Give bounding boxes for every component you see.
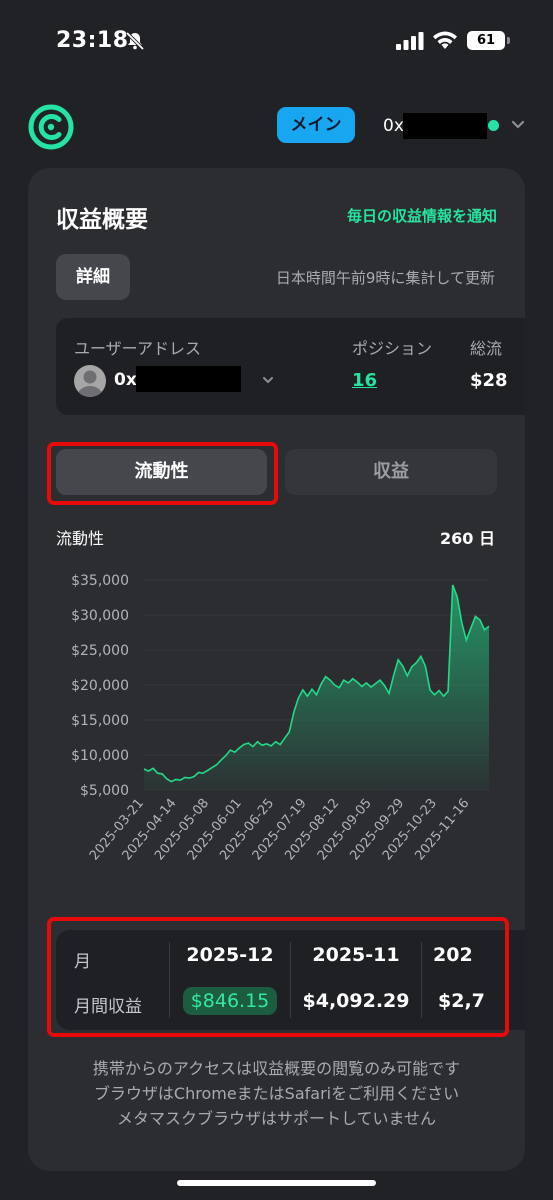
chart-x-axis: 2025-03-212025-04-142025-05-082025-06-01… <box>87 796 473 864</box>
footer-line: 携帯からのアクセスは収益概要の閲覧のみ可能です <box>92 1059 461 1078</box>
details-button[interactable]: 詳細 <box>56 254 130 300</box>
y-tick-label: $15,000 <box>71 713 129 729</box>
app-logo-icon[interactable] <box>28 104 74 150</box>
bell-slash-icon <box>125 31 145 51</box>
page-title: 収益概要 <box>56 207 148 233</box>
positions-count-link[interactable]: 16 <box>352 370 377 391</box>
app-header: メイン 0x <box>0 100 553 154</box>
y-tick-label: $35,000 <box>71 573 129 589</box>
status-bar: 23:18 61 <box>0 0 553 80</box>
update-note: 日本時間午前9時に集計して更新 <box>275 269 495 287</box>
battery-indicator: 61 <box>467 31 505 50</box>
highlight-box-monthly <box>47 917 509 1037</box>
main-network-button[interactable]: メイン <box>277 107 355 143</box>
footer-line: メタマスクブラウザはサポートしていません <box>116 1109 437 1128</box>
user-address-redaction <box>136 366 241 392</box>
chevron-down-icon[interactable] <box>262 375 274 385</box>
notify-daily-earnings-link[interactable]: 毎日の収益情報を通知 <box>347 205 497 226</box>
wallet-address-redaction <box>403 113 487 139</box>
user-avatar-icon <box>77 370 103 397</box>
highlight-box-tab <box>47 442 278 505</box>
user-address-label: ユーザーアドレス <box>74 339 202 358</box>
chart-period-days: 260 日 <box>440 529 495 548</box>
total-value: $28 <box>470 370 508 391</box>
total-label: 総流 <box>470 339 503 358</box>
wifi-icon <box>433 31 457 49</box>
chart-title: 流動性 <box>56 529 105 548</box>
wallet-address[interactable]: 0x <box>383 116 404 136</box>
chevron-down-icon[interactable] <box>511 119 525 131</box>
avatar <box>74 365 106 397</box>
user-address-value[interactable]: 0x <box>114 370 137 390</box>
home-indicator[interactable] <box>177 1180 376 1186</box>
connected-status-dot <box>488 120 499 131</box>
positions-label: ポジション <box>352 339 433 358</box>
status-time: 23:18 <box>56 28 129 53</box>
battery-cap <box>507 37 510 44</box>
footer-line: ブラウザはChromeまたはSafariをご利用ください <box>93 1084 460 1103</box>
y-tick-label: $5,000 <box>80 783 129 799</box>
y-tick-label: $30,000 <box>71 608 129 624</box>
signal-icon <box>396 32 424 50</box>
chart-y-axis: $35,000 $30,000 $25,000 $20,000 $15,000 $10,0… <box>71 573 129 799</box>
y-tick-label: $20,000 <box>71 678 129 694</box>
y-tick-label: $10,000 <box>71 748 129 764</box>
footer-notice: 携帯からのアクセスは収益概要の閲覧のみ可能です ブラウザはChromeまたはSa… <box>28 1056 525 1131</box>
liquidity-area <box>144 584 489 790</box>
liquidity-area-chart: $35,000 $30,000 $25,000 $20,000 $15,000 $10,0… <box>71 573 490 864</box>
tab-revenue[interactable]: 収益 <box>285 449 497 495</box>
y-tick-label: $25,000 <box>71 643 129 659</box>
user-info-panel: ユーザーアドレス 0x ポジション 16 総流 $28 <box>56 318 525 415</box>
